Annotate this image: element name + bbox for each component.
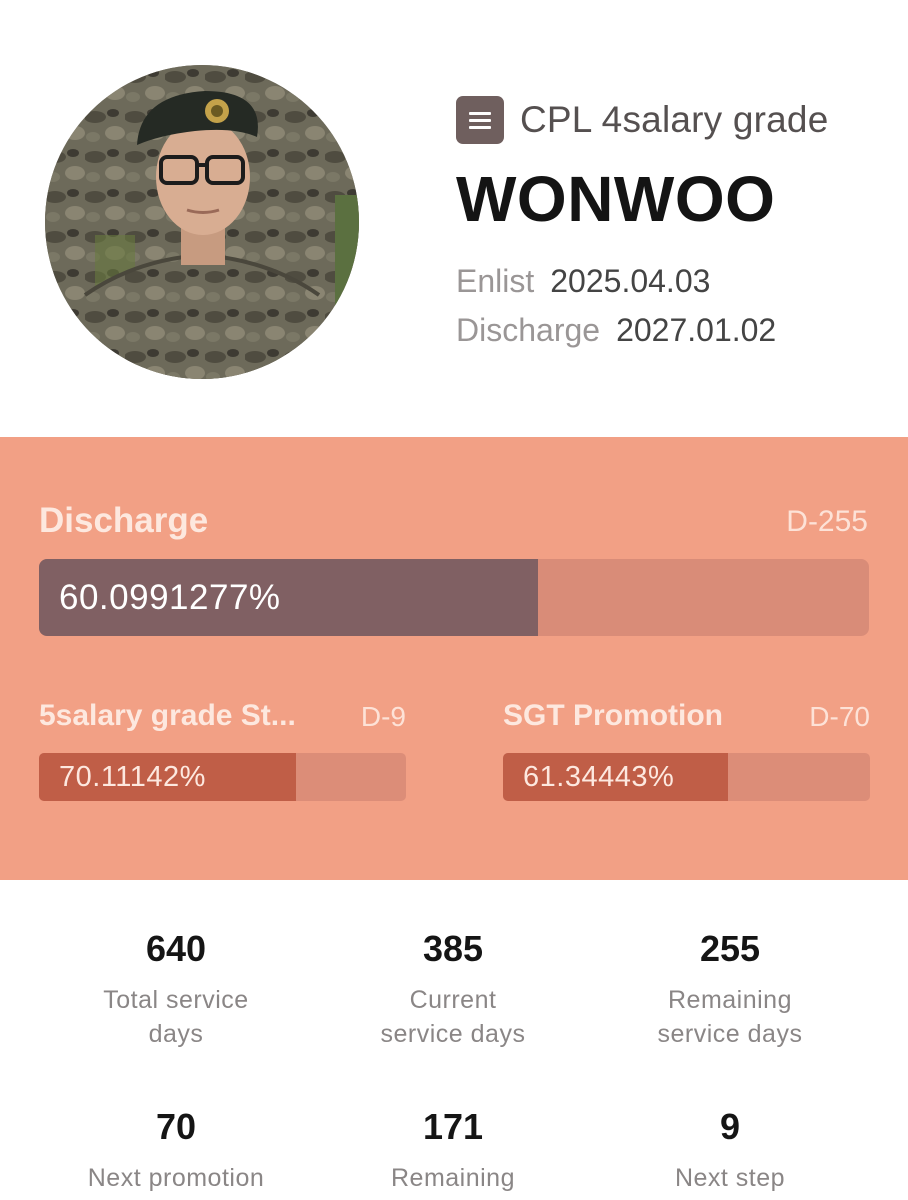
stat-total-service-days: 640 Total service days xyxy=(46,927,306,1051)
stat-value: 9 xyxy=(719,1106,741,1147)
salary-grade-progress-title: 5salary grade St... xyxy=(39,699,296,732)
stat-caption: Total service days xyxy=(103,986,249,1048)
stat-value: 255 xyxy=(699,928,761,969)
sgt-promotion-progress-percent: 61.34443% xyxy=(523,761,675,793)
enlist-label: Enlist xyxy=(456,263,535,299)
stat-value: 640 xyxy=(145,928,207,969)
salary-grade-dday: D-9 xyxy=(360,701,406,732)
discharge-date-row: Discharge 2027.01.02 xyxy=(456,312,776,349)
menu-card-icon xyxy=(456,96,504,144)
profile-photo[interactable] xyxy=(45,65,359,379)
discharge-label: Discharge xyxy=(456,312,601,348)
sgt-promotion-dday: D-70 xyxy=(809,701,870,732)
discharge-progress-percent: 60.0991277% xyxy=(59,578,281,617)
discharge-date: 2027.01.02 xyxy=(616,312,777,348)
stat-value: 385 xyxy=(422,928,484,969)
stat-caption: Remaining xyxy=(390,1164,515,1192)
stat-next-step: 9 Next step xyxy=(600,1105,860,1195)
rank-label: CPL 4salary grade xyxy=(520,99,829,140)
service-stats-grid: 640 Total service days 385 Current service… xyxy=(0,880,908,1200)
discharge-progress-title: Discharge xyxy=(39,501,209,540)
enlist-date: 2025.04.03 xyxy=(550,263,711,299)
stat-next-promotion: 70 Next promotion xyxy=(46,1105,306,1195)
discharge-progress-bar[interactable]: 60.0991277% xyxy=(39,559,869,636)
sgt-promotion-progress-title: SGT Promotion xyxy=(503,699,723,732)
soldier-portrait-image xyxy=(45,65,359,379)
profile-header: CPL 4salary grade WONWOO Enlist 2025.04.0… xyxy=(0,0,908,437)
rank-row: CPL 4salary grade xyxy=(456,96,828,144)
stat-caption: Current service days xyxy=(380,986,526,1048)
stat-remaining: 171 Remaining xyxy=(323,1105,583,1195)
stat-caption: Next promotion xyxy=(87,1164,265,1192)
stat-remaining-service-days: 255 Remaining service days xyxy=(600,927,860,1051)
stat-value: 70 xyxy=(155,1106,197,1147)
discharge-dday: D-255 xyxy=(786,505,868,538)
soldier-name: WONWOO xyxy=(456,163,776,235)
stat-current-service-days: 385 Current service days xyxy=(323,927,583,1051)
stat-caption: Next step xyxy=(674,1164,786,1192)
stat-value: 171 xyxy=(422,1106,484,1147)
salary-grade-progress-percent: 70.11142% xyxy=(59,761,206,793)
progress-panel: Discharge D-255 60.0991277% 5salary grad… xyxy=(0,437,908,880)
enlist-date-row: Enlist 2025.04.03 xyxy=(456,263,710,300)
sgt-promotion-progress-bar: 61.34443% xyxy=(503,753,870,801)
salary-grade-progress-bar: 70.11142% xyxy=(39,753,406,801)
stat-caption: Remaining service days xyxy=(657,986,803,1048)
